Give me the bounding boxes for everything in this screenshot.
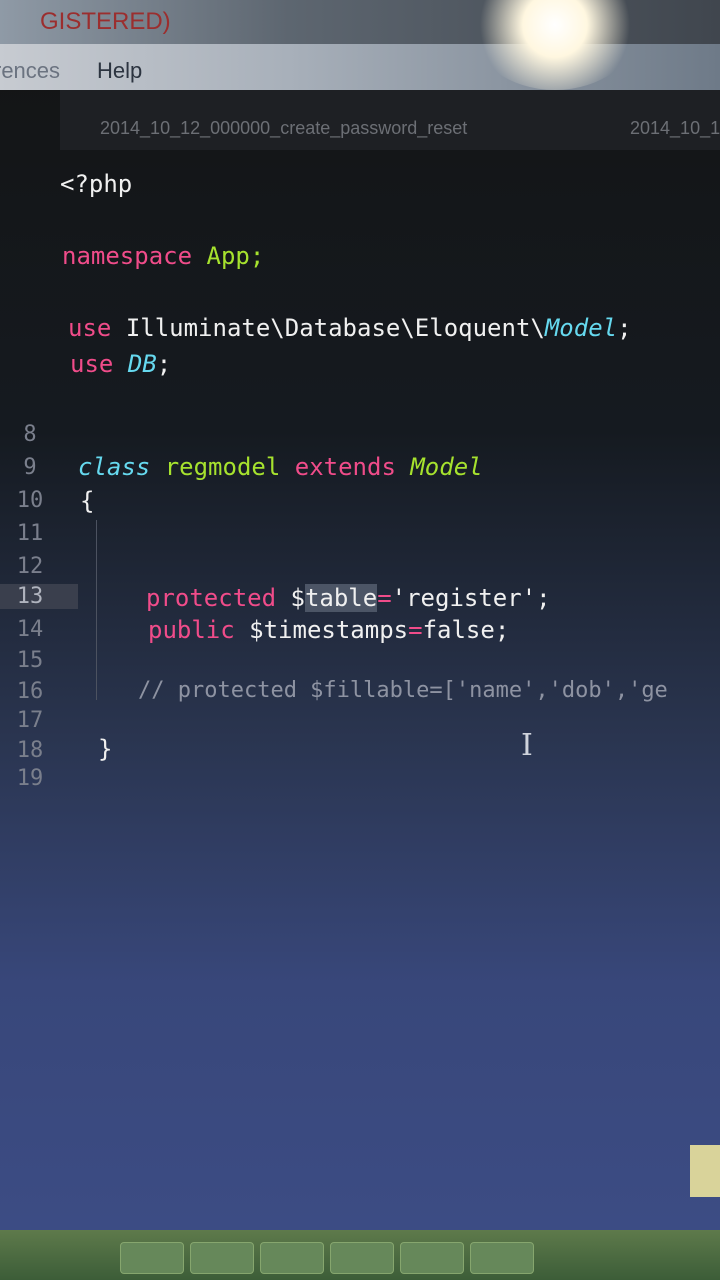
minimap-viewport[interactable]: [690, 1145, 720, 1197]
table-var-selected: table: [304, 584, 378, 612]
line-number: 10: [16, 488, 44, 513]
use-semicolon: ;: [617, 314, 632, 342]
code-line-table: protected $table='register';: [146, 584, 551, 612]
semicolon: ;: [494, 616, 510, 644]
table-value: 'register': [391, 584, 537, 612]
indent-guide: [96, 520, 97, 700]
line-number: 15: [16, 648, 44, 673]
editor-window: GISTERED) rences Help 2014_10_12_000000_…: [0, 0, 720, 1230]
code-line-fillable-comment: // protected $fillable=['name','dob','ge: [138, 678, 668, 703]
text-cursor-icon: I: [521, 728, 533, 763]
taskbar-app-button[interactable]: [260, 1242, 324, 1274]
use-keyword: use: [68, 314, 112, 342]
taskbar: [0, 1230, 720, 1280]
code-line-php-open: <?php: [60, 170, 132, 198]
taskbar-app-button[interactable]: [400, 1242, 464, 1274]
taskbar-app-button[interactable]: [470, 1242, 534, 1274]
code-line-namespace: namespace App;: [62, 242, 264, 270]
brace-open: {: [80, 487, 95, 515]
line-number: 12: [16, 554, 44, 579]
dollar-sign: $: [290, 584, 305, 612]
assign-op: =: [408, 616, 423, 644]
menu-preferences[interactable]: rences: [0, 58, 60, 84]
php-open-tag: <?php: [60, 170, 133, 198]
use-semicolon: ;: [156, 350, 172, 378]
line-number-active: 13: [0, 584, 78, 609]
code-line-use-model: use Illuminate\Database\Eloquent\Model;: [68, 314, 632, 342]
taskbar-app-button[interactable]: [330, 1242, 394, 1274]
taskbar-app-button[interactable]: [190, 1242, 254, 1274]
taskbar-app-button[interactable]: [120, 1242, 184, 1274]
tab-second-migration[interactable]: 2014_10_1: [630, 118, 720, 139]
line-number: 17: [16, 708, 44, 733]
class-name: regmodel: [164, 453, 281, 481]
line-number: 11: [16, 521, 44, 546]
use-path: Illuminate\Database\Eloquent\: [125, 314, 545, 342]
tab-create-password-resets[interactable]: 2014_10_12_000000_create_password_reset: [100, 118, 467, 139]
semicolon: ;: [536, 584, 551, 612]
assign-op: =: [377, 584, 392, 612]
line-number: 8: [23, 422, 37, 447]
menu-help[interactable]: Help: [97, 58, 142, 84]
brace-close: }: [98, 735, 113, 763]
window-title: GISTERED): [40, 8, 171, 35]
timestamps-var: $timestamps: [249, 616, 409, 644]
extends-keyword: extends: [294, 453, 396, 481]
use-db-class: DB: [127, 350, 157, 378]
parent-class: Model: [410, 453, 483, 481]
namespace-name: App;: [206, 242, 265, 270]
code-line-class: class regmodel extends Model: [78, 453, 483, 481]
line-number: 18: [16, 738, 44, 763]
line-number: 14: [16, 617, 44, 642]
code-line-timestamps: public $timestamps=false;: [148, 616, 509, 644]
code-editor[interactable]: <?php namespace App; use Illuminate\Data…: [0, 150, 720, 1210]
line-number: 19: [16, 766, 44, 791]
timestamps-value: false: [422, 616, 495, 644]
use-model-class: Model: [544, 314, 618, 342]
line-number: 9: [23, 455, 37, 480]
namespace-keyword: namespace: [62, 242, 193, 270]
fillable-comment: // protected $fillable=['name','dob','ge: [138, 678, 668, 703]
code-line-brace-close: }: [98, 735, 112, 763]
tab-bar: 2014_10_12_000000_create_password_reset …: [60, 90, 720, 150]
class-keyword: class: [78, 453, 151, 481]
line-number: 16: [16, 679, 44, 704]
code-line-brace-open: {: [80, 487, 94, 515]
public-keyword: public: [148, 616, 235, 644]
use-keyword: use: [70, 350, 114, 378]
code-line-use-db: use DB;: [70, 350, 171, 378]
protected-keyword: protected: [146, 584, 277, 612]
